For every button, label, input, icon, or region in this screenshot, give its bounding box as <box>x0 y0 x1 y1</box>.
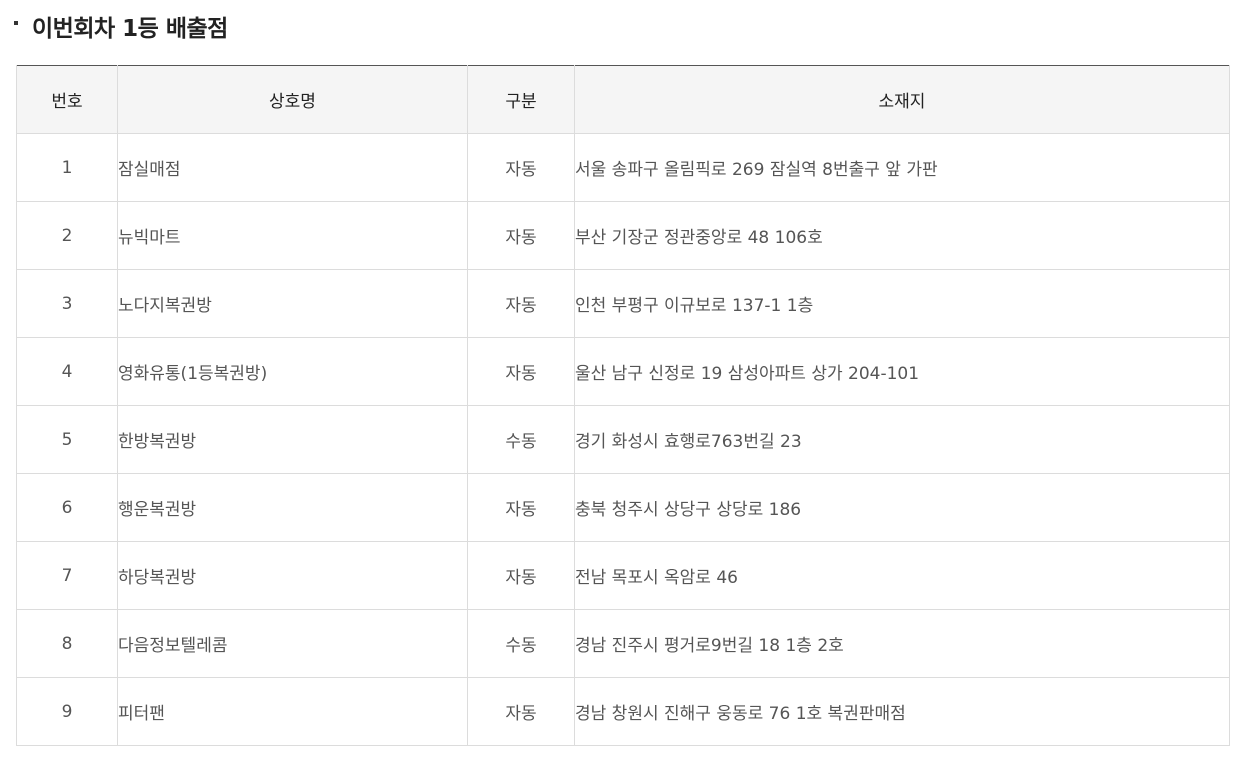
cell-name: 행운복권방 <box>117 473 468 542</box>
cell-no: 8 <box>16 609 118 678</box>
cell-address: 울산 남구 신정로 19 삼성아파트 상가 204-101 <box>574 337 1230 406</box>
cell-type: 자동 <box>467 269 575 338</box>
cell-no: 4 <box>16 337 118 406</box>
cell-name: 영화유통(1등복권방) <box>117 337 468 406</box>
cell-address: 경남 진주시 평거로9번길 18 1층 2호 <box>574 609 1230 678</box>
cell-no: 7 <box>16 541 118 610</box>
cell-address: 전남 목포시 옥암로 46 <box>574 541 1230 610</box>
cell-no: 1 <box>16 133 118 202</box>
cell-no: 5 <box>16 405 118 474</box>
header-no: 번호 <box>16 65 118 134</box>
cell-no: 6 <box>16 473 118 542</box>
bullet-icon <box>14 21 18 25</box>
cell-address: 경기 화성시 효행로763번길 23 <box>574 405 1230 474</box>
cell-address: 충북 청주시 상당구 상당로 186 <box>574 473 1230 542</box>
cell-name: 하당복권방 <box>117 541 468 610</box>
header-name: 상호명 <box>117 65 468 134</box>
cell-name: 한방복권방 <box>117 405 468 474</box>
table-row: 3 노다지복권방 자동 인천 부평구 이규보로 137-1 1층 <box>16 269 1230 338</box>
table-row: 4 영화유통(1등복권방) 자동 울산 남구 신정로 19 삼성아파트 상가 2… <box>16 337 1230 406</box>
cell-type: 수동 <box>467 405 575 474</box>
cell-name: 피터팬 <box>117 677 468 746</box>
winning-stores-table: 번호 상호명 구분 소재지 1 잠실매점 자동 서울 송파구 올림픽로 269 … <box>16 65 1230 746</box>
cell-name: 잠실매점 <box>117 133 468 202</box>
cell-no: 2 <box>16 201 118 270</box>
cell-address: 부산 기장군 정관중앙로 48 106호 <box>574 201 1230 270</box>
cell-type: 자동 <box>467 473 575 542</box>
table-row: 8 다음정보텔레콤 수동 경남 진주시 평거로9번길 18 1층 2호 <box>16 609 1230 678</box>
cell-no: 3 <box>16 269 118 338</box>
header-type: 구분 <box>467 65 575 134</box>
table-row: 6 행운복권방 자동 충북 청주시 상당구 상당로 186 <box>16 473 1230 542</box>
section-title-text: 이번회차 1등 배출점 <box>32 16 228 42</box>
table-row: 2 뉴빅마트 자동 부산 기장군 정관중앙로 48 106호 <box>16 201 1230 270</box>
table-row: 5 한방복권방 수동 경기 화성시 효행로763번길 23 <box>16 405 1230 474</box>
cell-type: 자동 <box>467 201 575 270</box>
cell-type: 자동 <box>467 677 575 746</box>
cell-type: 자동 <box>467 133 575 202</box>
table-header-row: 번호 상호명 구분 소재지 <box>16 65 1230 134</box>
table-row: 9 피터팬 자동 경남 창원시 진해구 웅동로 76 1호 복권판매점 <box>16 677 1230 746</box>
cell-name: 뉴빅마트 <box>117 201 468 270</box>
cell-address: 서울 송파구 올림픽로 269 잠실역 8번출구 앞 가판 <box>574 133 1230 202</box>
table-row: 1 잠실매점 자동 서울 송파구 올림픽로 269 잠실역 8번출구 앞 가판 <box>16 133 1230 202</box>
cell-name: 노다지복권방 <box>117 269 468 338</box>
cell-no: 9 <box>16 677 118 746</box>
cell-type: 수동 <box>467 609 575 678</box>
cell-address: 인천 부평구 이규보로 137-1 1층 <box>574 269 1230 338</box>
cell-name: 다음정보텔레콤 <box>117 609 468 678</box>
section-title: 이번회차 1등 배출점 <box>14 9 228 43</box>
cell-address: 경남 창원시 진해구 웅동로 76 1호 복권판매점 <box>574 677 1230 746</box>
header-address: 소재지 <box>574 65 1230 134</box>
cell-type: 자동 <box>467 541 575 610</box>
cell-type: 자동 <box>467 337 575 406</box>
table-row: 7 하당복권방 자동 전남 목포시 옥암로 46 <box>16 541 1230 610</box>
